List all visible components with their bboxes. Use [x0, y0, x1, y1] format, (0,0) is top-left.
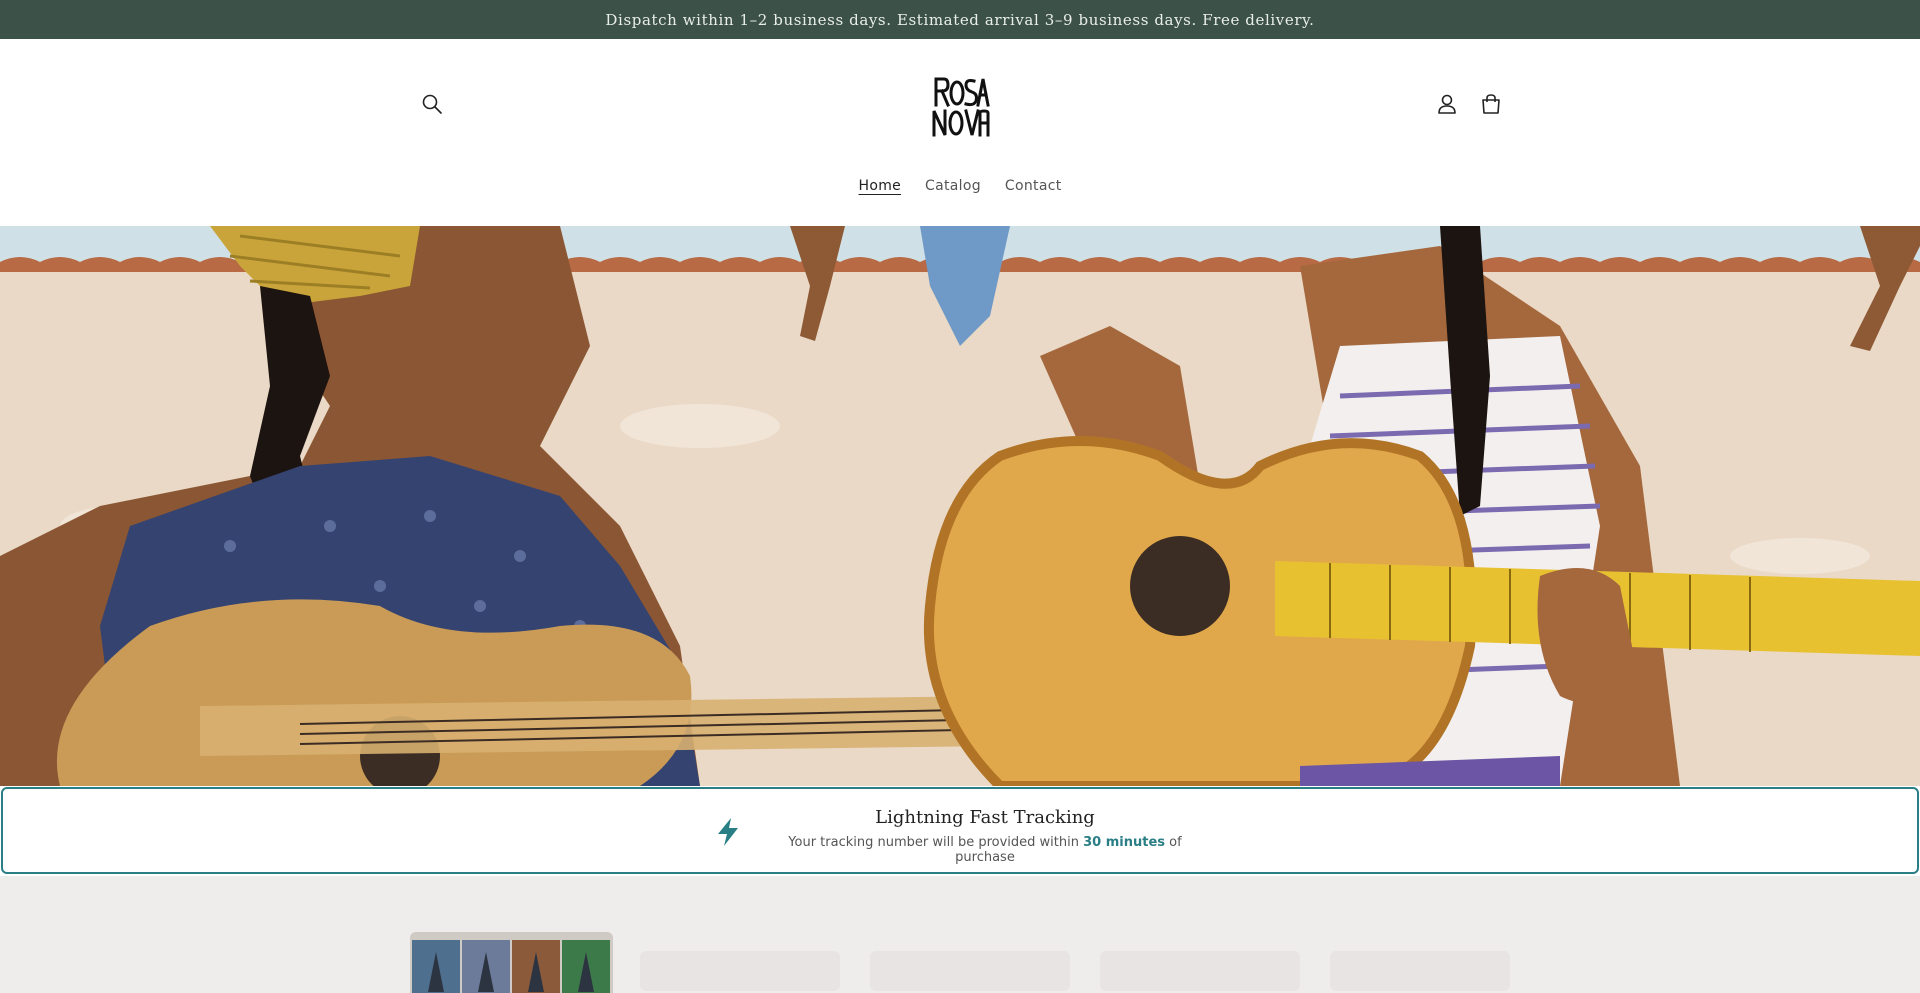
product-card-placeholder [870, 951, 1070, 991]
product-section [0, 876, 1920, 993]
product-card-placeholder [1330, 951, 1510, 991]
cart-button[interactable] [1474, 87, 1508, 121]
account-button[interactable] [1430, 87, 1464, 121]
nav-catalog[interactable]: Catalog [925, 176, 981, 196]
tracking-title: Lightning Fast Tracking [875, 807, 1095, 828]
lightning-icon [718, 818, 738, 846]
logo-mark [932, 77, 990, 137]
announcement-bar: Dispatch within 1–2 business days. Estim… [0, 0, 1920, 39]
product-card-placeholder [1100, 951, 1300, 991]
product-card-image[interactable] [410, 932, 613, 993]
tracking-subtitle-before: Your tracking number will be provided wi… [788, 835, 1079, 850]
site-header: Home Catalog Contact [0, 39, 1920, 226]
product-card-placeholder [640, 951, 840, 991]
site-logo[interactable] [928, 73, 992, 141]
announcement-text: Dispatch within 1–2 business days. Estim… [605, 10, 1315, 29]
book-set-image [410, 932, 613, 993]
hero-banner-image [0, 226, 1920, 786]
search-button[interactable] [415, 87, 449, 121]
tracking-banner: Lightning Fast Tracking Your tracking nu… [1, 787, 1919, 874]
main-nav: Home Catalog Contact [0, 176, 1920, 196]
search-icon [422, 94, 442, 114]
tracking-subtitle-highlight: 30 minutes [1083, 835, 1166, 850]
nav-home[interactable]: Home [859, 176, 902, 196]
account-icon [1438, 94, 1456, 114]
nav-contact[interactable]: Contact [1005, 176, 1062, 196]
cart-icon [1482, 94, 1500, 114]
tracking-subtitle: Your tracking number will be provided wi… [757, 835, 1213, 865]
hero-illustration [0, 226, 1920, 786]
